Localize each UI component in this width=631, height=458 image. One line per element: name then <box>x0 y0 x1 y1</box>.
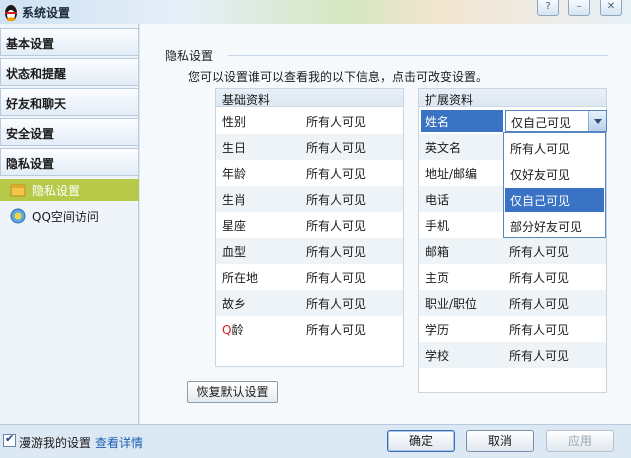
row-label: 所在地 <box>222 271 259 285</box>
chevron-down-icon[interactable] <box>588 111 606 131</box>
combobox-value: 仅自己可见 <box>511 116 572 130</box>
basic-info-group: 基础资料 性别 所有人可见 生日 所有人可见 年龄 所有人可见 生肖 所有人可见 星座所… <box>215 88 404 367</box>
dropdown-option[interactable]: 所有人可见 <box>505 136 604 160</box>
sidebar-item-label: 隐私设置 <box>32 184 81 198</box>
row-label: 故乡 <box>222 297 247 311</box>
qq-penguin-icon <box>5 5 17 21</box>
row-value[interactable]: 所有人可见 <box>306 321 366 338</box>
restore-defaults-button[interactable]: 恢复默认设置 <box>187 381 278 403</box>
row-value[interactable]: 所有人可见 <box>509 243 569 260</box>
table-row[interactable]: 年龄 所有人可见 <box>216 160 403 186</box>
roam-settings-checkbox[interactable] <box>3 432 16 447</box>
section-divider <box>228 55 608 56</box>
row-label: 血型 <box>222 245 247 259</box>
dropdown-option[interactable]: 部分好友可见 <box>505 214 604 238</box>
row-label: 邮箱 <box>425 245 450 259</box>
row-label-text: 龄 <box>231 323 244 337</box>
sidebar-category-label: 状态和提醒 <box>6 67 67 81</box>
bottom-bar: 漫游我的设置 查看详情 确定 取消 应用 <box>0 424 631 458</box>
row-value[interactable]: 所有人可见 <box>306 243 366 260</box>
row-label: 电话 <box>425 193 450 207</box>
sidebar-category-basic[interactable]: 基本设置 <box>0 28 139 56</box>
sidebar-category-status[interactable]: 状态和提醒 <box>0 58 139 86</box>
main-panel: 隐私设置 您可以设置谁可以查看我的以下信息，点击可改变设置。 基础资料 性别所有… <box>140 24 631 424</box>
view-details-link[interactable]: 查看详情 <box>95 434 143 451</box>
sidebar-item-label: QQ空间访问 <box>32 210 99 224</box>
row-value[interactable]: 所有人可见 <box>509 347 569 364</box>
title-bar: 系统设置 ? – ✕ <box>0 0 631 24</box>
visibility-combobox[interactable]: 仅自己可见 <box>505 110 607 132</box>
row-value[interactable]: 所有人可见 <box>306 269 366 286</box>
sidebar-item-privacy[interactable]: 隐私设置 <box>0 179 139 201</box>
minimize-button[interactable]: – <box>568 0 590 16</box>
table-row[interactable]: 生肖 所有人可见 <box>216 186 403 212</box>
table-row[interactable]: 学历 所有人可见 <box>419 316 606 342</box>
table-row[interactable]: Q龄 所有人可见 <box>216 316 403 342</box>
table-row[interactable]: 生日 所有人可见 <box>216 134 403 160</box>
row-value[interactable]: 所有人可见 <box>306 165 366 182</box>
table-row[interactable]: 邮箱 所有人可见 <box>419 238 606 264</box>
table-row[interactable]: 所在地 所有人可见 <box>216 264 403 290</box>
table-row[interactable]: 星座 所有人可见 <box>216 212 403 238</box>
row-value[interactable]: 所有人可见 <box>306 217 366 234</box>
table-row[interactable]: 血型 所有人可见 <box>216 238 403 264</box>
sidebar-category-security[interactable]: 安全设置 <box>0 118 139 146</box>
row-label: 职业/职位 <box>425 297 478 311</box>
sidebar-category-friends[interactable]: 好友和聊天 <box>0 88 139 116</box>
privacy-icon <box>10 184 26 197</box>
row-label: 手机 <box>425 219 450 233</box>
row-label: 生肖 <box>222 193 247 207</box>
extended-info-header: 扩展资料 <box>419 89 606 107</box>
section-description: 您可以设置谁可以查看我的以下信息，点击可改变设置。 <box>188 70 489 84</box>
row-label: 年龄 <box>222 167 247 181</box>
qzone-icon <box>10 208 26 224</box>
row-value[interactable]: 所有人可见 <box>509 269 569 286</box>
cancel-button[interactable]: 取消 <box>466 430 534 452</box>
row-label: 星座 <box>222 219 247 233</box>
window-title: 系统设置 <box>22 6 71 20</box>
section-title: 隐私设置 <box>165 49 214 63</box>
sidebar-category-label: 隐私设置 <box>6 157 55 171</box>
row-label: 学校 <box>425 349 450 363</box>
ok-button[interactable]: 确定 <box>387 430 455 452</box>
table-row[interactable]: 主页 所有人可见 <box>419 264 606 290</box>
sidebar: 基本设置 状态和提醒 好友和聊天 安全设置 隐私设置 隐私设置 QQ空间访问 <box>0 24 139 424</box>
row-label: 性别 <box>222 115 247 129</box>
row-label: 姓名 <box>421 110 503 132</box>
sidebar-category-label: 基本设置 <box>6 37 55 51</box>
visibility-dropdown-list: 所有人可见 仅好友可见 仅自己可见 部分好友可见 <box>503 132 606 238</box>
table-row[interactable]: 职业/职位 所有人可见 <box>419 290 606 316</box>
sidebar-category-privacy[interactable]: 隐私设置 <box>0 148 139 176</box>
sidebar-category-label: 安全设置 <box>6 127 55 141</box>
close-button[interactable]: ✕ <box>600 0 622 16</box>
row-label: 生日 <box>222 141 247 155</box>
sidebar-item-qzone[interactable]: QQ空间访问 <box>0 205 139 227</box>
row-label: 英文名 <box>425 141 462 155</box>
table-row[interactable]: 性别 所有人可见 <box>216 108 403 134</box>
help-button[interactable]: ? <box>537 0 559 16</box>
row-value[interactable]: 所有人可见 <box>306 113 366 130</box>
row-value[interactable]: 所有人可见 <box>509 321 569 338</box>
row-label: Q龄 <box>222 321 243 338</box>
roam-settings-label[interactable]: 漫游我的设置 <box>19 434 91 451</box>
row-value[interactable]: 所有人可见 <box>306 295 366 312</box>
row-value[interactable]: 所有人可见 <box>306 139 366 156</box>
table-row[interactable]: 学校 所有人可见 <box>419 342 606 368</box>
row-value[interactable]: 所有人可见 <box>306 191 366 208</box>
dropdown-option-highlighted[interactable]: 仅自己可见 <box>505 188 604 212</box>
sidebar-category-label: 好友和聊天 <box>6 97 67 111</box>
row-label: 主页 <box>425 271 450 285</box>
dropdown-option[interactable]: 仅好友可见 <box>505 162 604 186</box>
row-value[interactable]: 所有人可见 <box>509 295 569 312</box>
row-label: 地址/邮编 <box>425 167 478 181</box>
table-row[interactable]: 姓名 仅自己可见 <box>419 108 607 134</box>
table-row[interactable]: 故乡 所有人可见 <box>216 290 403 316</box>
row-label: 学历 <box>425 323 450 337</box>
basic-info-header: 基础资料 <box>216 89 403 107</box>
apply-button[interactable]: 应用 <box>546 430 614 452</box>
